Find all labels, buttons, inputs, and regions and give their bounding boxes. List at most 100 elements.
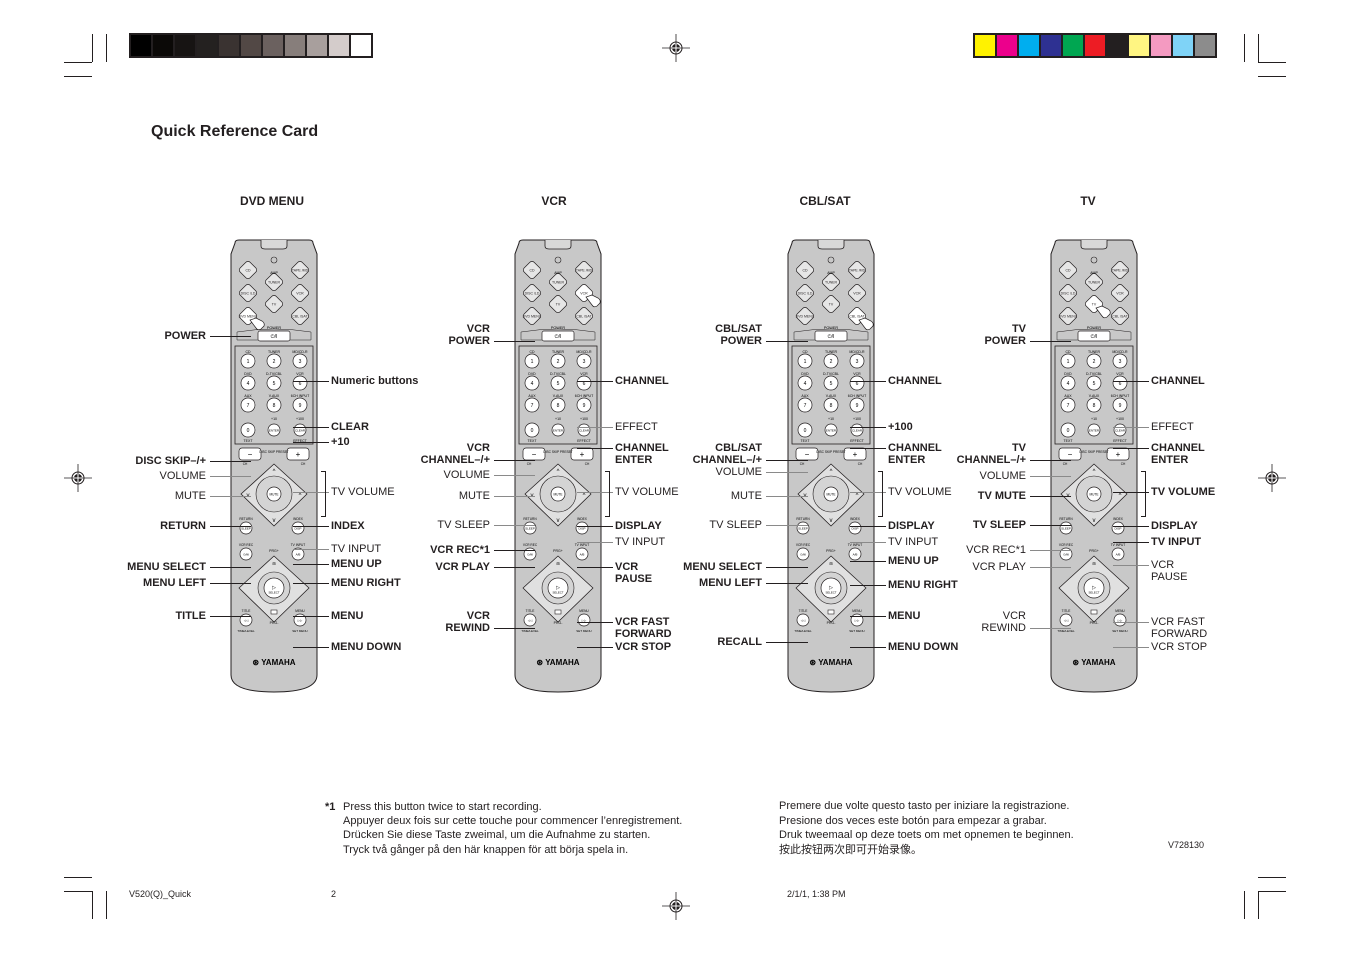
svg-text:^: ^ [273, 469, 276, 475]
dvd-remote-illustration: CD TAPE /MD DISC /LD TUNER VCR TV DVD MENU CBL … [229, 238, 318, 693]
svg-text:1: 1 [247, 359, 250, 365]
svg-text:TAPE /MD: TAPE /MD [1112, 269, 1129, 273]
svg-text:A/B: A/B [580, 553, 585, 557]
cbl-right-callout-label: MENU [888, 610, 921, 622]
registration-mark-icon [1258, 464, 1286, 492]
callout-line [210, 496, 251, 497]
svg-text:INDEX: INDEX [577, 517, 588, 521]
svg-text:DISC SKIP PRESET: DISC SKIP PRESET [543, 450, 572, 454]
svg-text:DVD: DVD [244, 372, 252, 376]
svg-text:TIME/LEVEL: TIME/LEVEL [1057, 629, 1075, 633]
svg-text:CD: CD [1065, 269, 1071, 273]
callout-line [850, 448, 886, 449]
svg-text:CBL /SAT: CBL /SAT [849, 315, 865, 319]
svg-text:CH: CH [527, 462, 532, 466]
dvd-left-callout-label: RETURN [160, 520, 206, 532]
svg-text:ENTER: ENTER [1089, 429, 1100, 433]
svg-text:CD: CD [529, 269, 535, 273]
callout-line [494, 550, 535, 551]
dvd-right-callout-label: TV VOLUME [331, 486, 395, 498]
callout-line [1113, 427, 1149, 428]
svg-text:7: 7 [804, 403, 807, 409]
callout-line [577, 567, 613, 568]
svg-text:CLEAR: CLEAR [295, 429, 306, 433]
svg-text:7: 7 [1067, 403, 1070, 409]
callout-line [850, 561, 886, 562]
dvd-left-callout-label: MENU LEFT [143, 577, 206, 589]
callout-line [766, 583, 808, 584]
svg-text:+: + [853, 450, 858, 459]
svg-text:RETURN: RETURN [796, 517, 810, 521]
footnote-line: 按此按钮两次即可开始录像。 [779, 844, 922, 856]
svg-text:SET MENU: SET MENU [292, 629, 307, 633]
svg-text:ENTER: ENTER [269, 429, 280, 433]
svg-text:3: 3 [299, 359, 302, 365]
dvd-left-callout-label: MENU SELECT [127, 561, 206, 573]
tv-left-callout-label: VCR REC*1 [966, 544, 1026, 556]
svg-text:DISC SKIP PRESET: DISC SKIP PRESET [259, 450, 288, 454]
svg-text:A/B: A/B [296, 553, 301, 557]
svg-text:0: 0 [531, 428, 534, 434]
svg-text:MENU: MENU [1115, 609, 1125, 613]
svg-text:MENU: MENU [852, 609, 862, 613]
process-color-swatch [1019, 35, 1039, 56]
cbl-right-callout-label: MENU RIGHT [888, 579, 958, 591]
svg-text:DISC SKIP PRESET: DISC SKIP PRESET [1079, 450, 1108, 454]
svg-text:⊙/⊞: ⊙/⊞ [1063, 553, 1069, 557]
footnote-line: Appuyer deux fois sur cette touche pour … [343, 815, 683, 827]
vcr-left-callout-label: MUTE [458, 490, 490, 502]
svg-text:DVD: DVD [528, 372, 536, 376]
svg-text:v: v [1093, 518, 1096, 524]
svg-text:⊞: ⊞ [272, 561, 275, 566]
vcr-right-callout-label: CHANNEL [615, 375, 669, 387]
svg-text:+100: +100 [296, 417, 304, 421]
svg-text:V-AUX: V-AUX [553, 394, 564, 398]
cbl-right-callout-label: TV VOLUME [888, 486, 952, 498]
footer-filename: V520(Q)_Quick [129, 889, 192, 899]
svg-text:POWER: POWER [824, 326, 839, 330]
svg-text:▷▷: ▷▷ [298, 619, 303, 623]
svg-text:TITLE: TITLE [1062, 609, 1071, 613]
callout-line [494, 341, 535, 342]
callout-line [494, 475, 535, 476]
svg-text:PRG+: PRG+ [553, 549, 563, 553]
svg-text:MD/CD-R: MD/CD-R [849, 350, 865, 354]
dvd-left-callout-label: MUTE [174, 490, 206, 502]
svg-text:TUNER: TUNER [825, 350, 838, 354]
cbl-left-callout-label: CBL/SAT CHANNEL–/+ [692, 442, 762, 466]
tv-left-callout-label: TV SLEEP [972, 519, 1026, 531]
vcr-left-callout-label: VCR POWER [448, 323, 490, 347]
svg-text:MUTE: MUTE [1089, 493, 1098, 497]
svg-text:4: 4 [247, 381, 250, 387]
svg-text:^: ^ [299, 493, 302, 499]
svg-text:−: − [532, 450, 537, 459]
svg-text:⊞: ⊞ [829, 561, 832, 566]
svg-text:DISP: DISP [851, 527, 858, 531]
callout-line [1113, 622, 1149, 623]
svg-text:⊙/⊞: ⊙/⊞ [243, 553, 249, 557]
process-color-swatch [1151, 35, 1171, 56]
svg-text:TV: TV [272, 303, 277, 307]
svg-text:2: 2 [1093, 359, 1096, 365]
svg-text:INDEX: INDEX [293, 517, 304, 521]
grayscale-swatch [197, 35, 217, 56]
document-code: V728130 [1168, 840, 1205, 850]
svg-text:TV: TV [829, 303, 834, 307]
svg-text:8: 8 [557, 403, 560, 409]
grayscale-color-bar [129, 33, 373, 58]
tv-right-callout-label: EFFECT [1151, 421, 1194, 433]
svg-text:^: ^ [1093, 469, 1096, 475]
callout-line [850, 381, 886, 382]
callout-line [1113, 526, 1149, 527]
callout-line [766, 642, 808, 643]
callout-line [293, 381, 329, 382]
svg-text:DVD MENU: DVD MENU [796, 315, 815, 319]
svg-text:CD: CD [245, 350, 251, 354]
svg-text:CBL /SAT: CBL /SAT [292, 315, 308, 319]
registration-mark-icon [64, 464, 92, 492]
footnote-line: Drücken Sie diese Taste zweimal, um die … [343, 829, 651, 841]
svg-text:AMP: AMP [827, 271, 835, 275]
svg-text:VCR REC: VCR REC [1059, 543, 1074, 547]
callout-line [494, 460, 535, 461]
svg-text:ENTER: ENTER [553, 429, 564, 433]
